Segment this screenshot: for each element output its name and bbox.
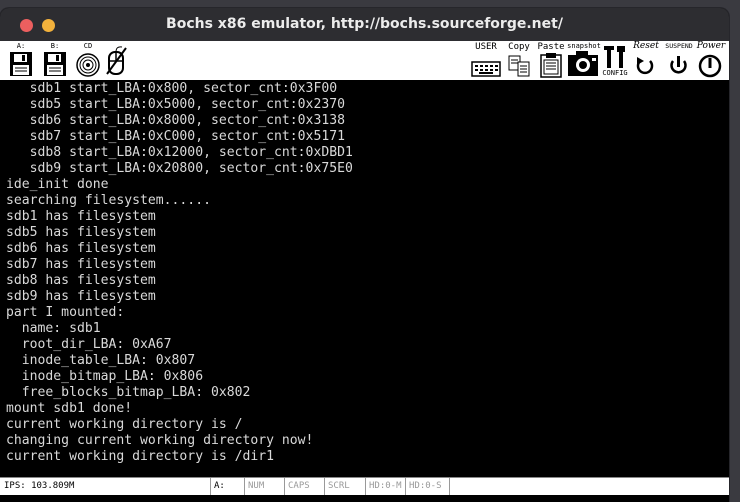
console-line: searching filesystem...... — [6, 193, 211, 208]
console-line: part I mounted: — [6, 305, 125, 320]
floppy-a-label: A: — [16, 42, 26, 50]
window-title: Bochs x86 emulator, http://bochs.sourcef… — [166, 16, 563, 32]
console-line: sdb5 start_LBA:0x5000, sector_cnt:0x2370 — [6, 97, 345, 112]
floppy-b-button[interactable]: B: — [42, 41, 68, 80]
mouse-icon — [106, 46, 127, 75]
console-line: sdb6 has filesystem — [6, 241, 156, 256]
console-line: sdb1 start_LBA:0x800, sector_cnt:0x3F00 — [6, 81, 338, 96]
reset-label: Reset — [633, 41, 659, 51]
ips-indicator: IPS: 103.809M — [4, 481, 75, 491]
console-line: inode_bitmap_LBA: 0x806 — [6, 369, 204, 384]
console-line: root_dir_LBA: 0xA67 — [6, 337, 172, 352]
cdrom-button[interactable]: CD — [74, 41, 102, 80]
power-button[interactable]: Power — [695, 41, 727, 80]
paste-icon — [540, 53, 562, 78]
snapshot-button[interactable]: snapshot — [566, 41, 602, 80]
hd-slave-indicator: HD:0-S — [405, 478, 449, 495]
console-screen[interactable]: sdb1 start_LBA:0x800, sector_cnt:0x3F00 … — [6, 81, 724, 481]
bochs-window: Bochs x86 emulator, http://bochs.sourcef… — [0, 8, 729, 502]
console-line: inode_table_LBA: 0x807 — [6, 353, 196, 368]
mouse-capture-button[interactable] — [104, 41, 130, 80]
bochs-toolbar: A: B: CD USER Copy Paste snapshot CONFIG… — [0, 41, 729, 81]
title-bar: Bochs x86 emulator, http://bochs.sourcef… — [0, 8, 729, 41]
num-lock-indicator: NUM — [244, 478, 284, 495]
console-line: sdb7 has filesystem — [6, 257, 156, 272]
floppy-b-label: B: — [50, 42, 60, 50]
power-icon — [698, 54, 722, 78]
suspend-label: SUSPEND — [665, 42, 693, 50]
console-line: changing current working directory now! — [6, 433, 314, 448]
cdrom-icon — [76, 53, 100, 77]
console-line: sdb6 start_LBA:0x8000, sector_cnt:0x3138 — [6, 113, 345, 128]
console-line: ide_init done — [6, 177, 109, 192]
hd-master-indicator: HD:0-M — [365, 478, 405, 495]
console-line: sdb9 has filesystem — [6, 289, 156, 304]
floppy-a-button[interactable]: A: — [8, 41, 34, 80]
console-line: sdb7 start_LBA:0xC000, sector_cnt:0x5171 — [6, 129, 345, 144]
console-line: name: sdb1 — [6, 321, 101, 336]
reset-icon — [636, 57, 654, 75]
status-bar: IPS: 103.809M A: NUM CAPS SCRL HD:0-M HD… — [0, 477, 729, 495]
console-line: sdb8 start_LBA:0x12000, sector_cnt:0xDBD… — [6, 145, 353, 160]
console-line: free_blocks_bitmap_LBA: 0x802 — [6, 385, 251, 400]
console-line: sdb1 has filesystem — [6, 209, 156, 224]
console-line: current working directory is / — [6, 417, 243, 432]
scroll-lock-indicator: SCRL — [324, 478, 365, 495]
drive-indicator: A: — [210, 478, 244, 495]
power-label: Power — [696, 41, 726, 51]
console-line: sdb9 start_LBA:0x20800, sector_cnt:0x75E… — [6, 161, 353, 176]
console-line: sdb8 has filesystem — [6, 273, 156, 288]
keyboard-icon — [471, 61, 501, 77]
reset-button[interactable]: Reset — [630, 41, 662, 80]
camera-icon — [568, 51, 598, 76]
config-label: CONFIG — [602, 69, 628, 77]
suspend-button[interactable]: SUSPEND — [662, 41, 696, 80]
suspend-icon — [670, 56, 687, 74]
console-line: current working directory is /dir1 — [6, 449, 275, 464]
copy-button[interactable]: Copy — [505, 41, 533, 80]
cdrom-label: CD — [83, 42, 93, 50]
user-label: USER — [475, 42, 497, 52]
paste-button[interactable]: Paste — [537, 41, 565, 80]
status-empty — [449, 478, 729, 495]
floppy-icon — [44, 52, 66, 76]
floppy-icon — [10, 52, 32, 76]
config-button[interactable]: CONFIG — [600, 41, 630, 80]
console-line: mount sdb1 done! — [6, 401, 133, 416]
copy-icon — [508, 55, 530, 77]
console-line: sdb5 has filesystem — [6, 225, 156, 240]
caps-lock-indicator: CAPS — [284, 478, 324, 495]
user-button[interactable]: USER — [470, 41, 502, 80]
